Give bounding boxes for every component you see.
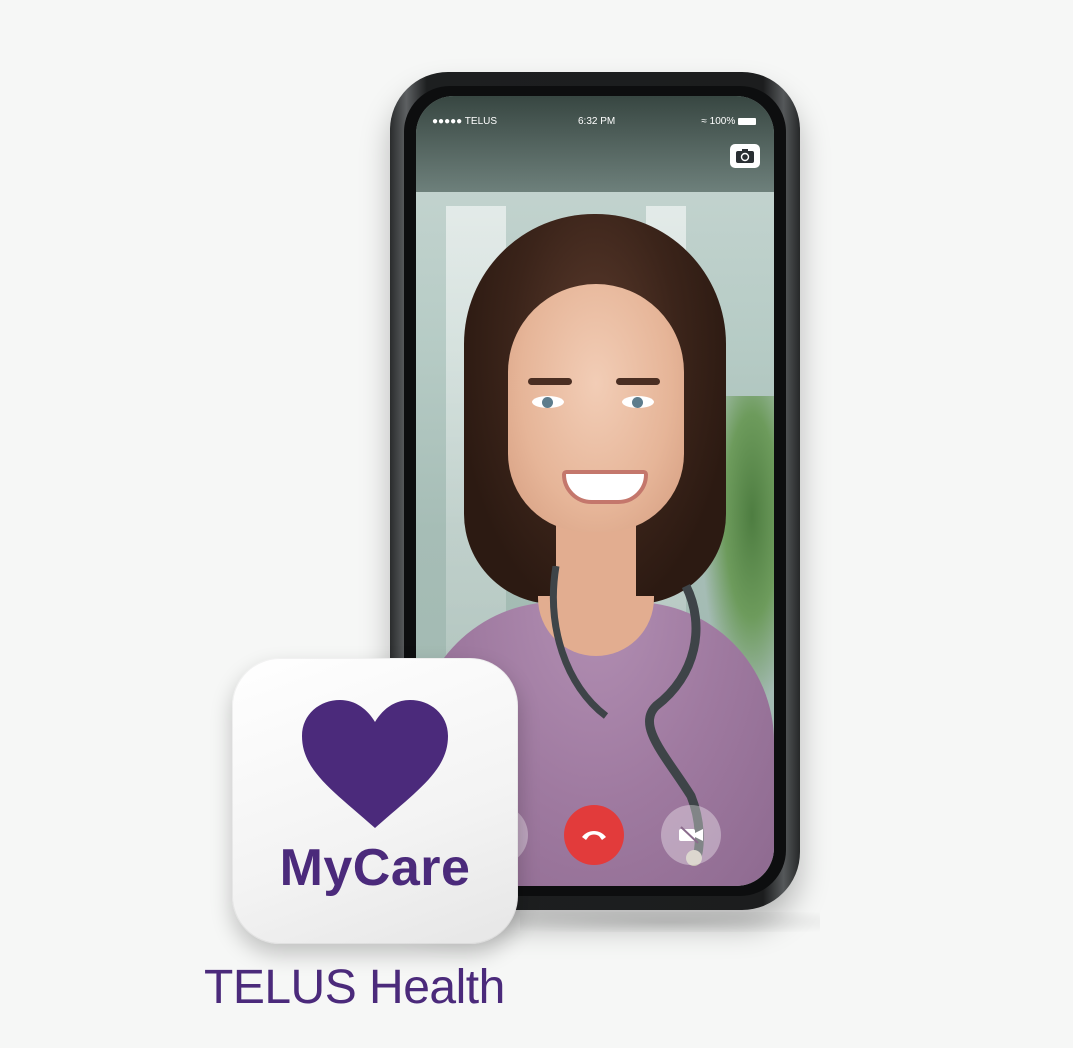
doctor-eye-left xyxy=(532,396,564,408)
battery-icon xyxy=(738,117,756,125)
carrier-label: ●●●●● TELUS xyxy=(432,116,498,127)
video-off-button[interactable] xyxy=(661,805,721,865)
brand-name: TELUS Health xyxy=(204,961,505,1014)
camera-flip-button[interactable] xyxy=(730,144,760,168)
wifi-icon: ≈ xyxy=(701,116,707,127)
heart-icon xyxy=(302,700,448,828)
doctor-eye-right xyxy=(622,396,654,408)
mycare-app-icon[interactable]: MyCare xyxy=(232,658,518,944)
battery-indicator: ≈ 100% xyxy=(701,116,756,127)
doctor-brow-left xyxy=(528,378,572,385)
camera-flip-icon xyxy=(736,149,754,163)
battery-percent: 100% xyxy=(709,116,736,127)
phone-shadow xyxy=(520,912,820,932)
promo-stage: ●●●●● TELUS 6:32 PM ≈ 100% MyCare TELUS … xyxy=(0,0,1073,1048)
app-name: MyCare xyxy=(279,839,471,897)
status-bar: ●●●●● TELUS 6:32 PM ≈ 100% xyxy=(416,96,774,192)
clock: 6:32 PM xyxy=(578,116,616,127)
video-off-icon xyxy=(679,826,703,844)
phone-hangup-icon xyxy=(582,831,606,840)
doctor-brow-right xyxy=(616,378,660,385)
end-call-button[interactable] xyxy=(564,805,624,865)
